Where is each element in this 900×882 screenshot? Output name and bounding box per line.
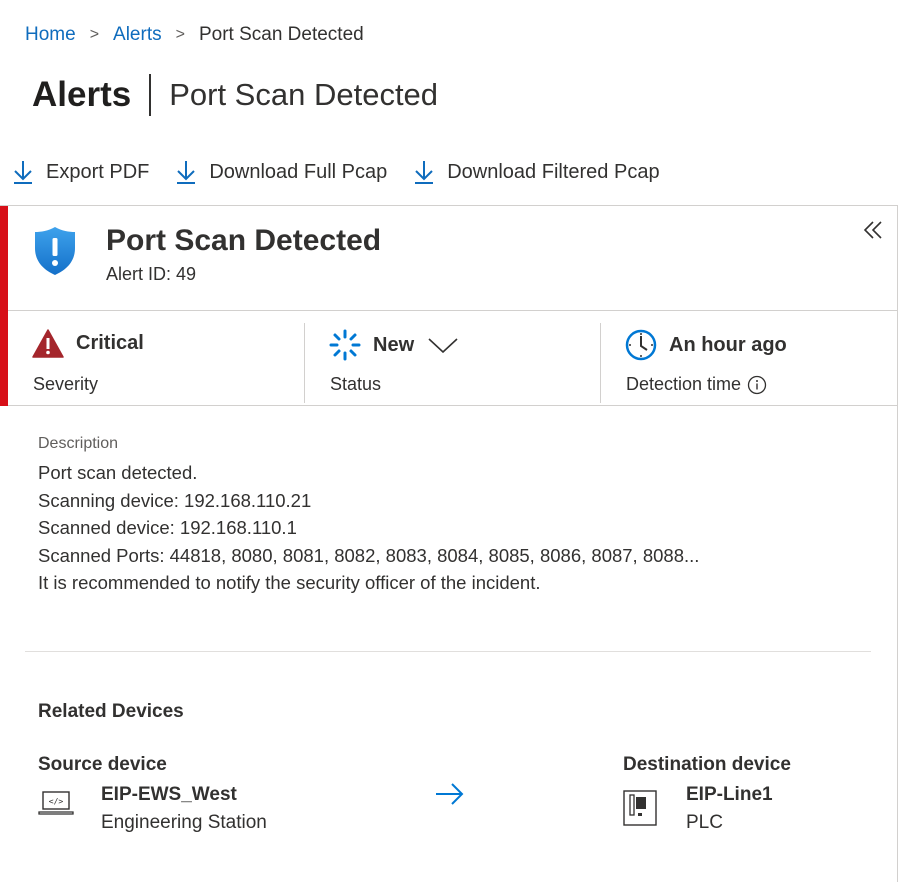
destination-device: EIP-Line1 PLC xyxy=(623,784,773,834)
alert-title: Port Scan Detected xyxy=(106,224,382,257)
detection-time-stat: An hour ago Detection time xyxy=(600,323,897,403)
description-line: Scanned device: 192.168.110.1 xyxy=(38,517,297,538)
section-divider xyxy=(25,651,871,652)
new-status-icon xyxy=(329,329,361,361)
laptop-code-icon: </> xyxy=(38,791,74,815)
export-pdf-label: Export PDF xyxy=(46,160,150,183)
download-icon xyxy=(14,161,32,184)
description-line: Port scan detected. xyxy=(38,462,198,483)
svg-text:</>: </> xyxy=(49,797,64,806)
breadcrumb-separator: > xyxy=(89,26,100,43)
description-heading: Description xyxy=(38,435,119,452)
detection-time-label: Detection time xyxy=(626,374,742,394)
toolbar: Export PDF Download Full Pcap Download F… xyxy=(12,160,686,184)
destination-device-type: PLC xyxy=(686,812,723,833)
download-full-pcap-button[interactable]: Download Full Pcap xyxy=(175,160,387,184)
download-icon xyxy=(415,161,434,184)
download-full-pcap-label: Download Full Pcap xyxy=(209,160,388,183)
export-pdf-button[interactable]: Export PDF xyxy=(12,160,149,184)
severity-label: Severity xyxy=(33,374,99,394)
info-icon[interactable] xyxy=(747,375,767,395)
status-value: New xyxy=(373,333,415,356)
destination-device-name[interactable]: EIP-Line1 xyxy=(686,784,773,806)
source-device-name[interactable]: EIP-EWS_West xyxy=(101,784,267,806)
title-divider xyxy=(149,74,152,116)
chevron-down-icon[interactable] xyxy=(428,337,458,353)
plc-icon xyxy=(623,790,657,826)
alert-stats: Critical Severity New Status An hour ago… xyxy=(8,311,897,406)
status-stat: New Status xyxy=(304,323,600,403)
description-line: Scanned Ports: 44818, 8080, 8081, 8082, … xyxy=(38,544,700,566)
page-title-sub: Port Scan Detected xyxy=(169,77,439,112)
double-chevron-left-icon[interactable] xyxy=(863,220,883,240)
alert-details-panel: Port Scan Detected Alert ID: 49 Critical… xyxy=(0,205,898,882)
source-device: </> EIP-EWS_West Engineering Station xyxy=(38,784,267,834)
source-device-label: Source device xyxy=(38,754,167,775)
source-device-type: Engineering Station xyxy=(101,812,267,833)
breadcrumb-current: Port Scan Detected xyxy=(198,24,364,45)
severity-value: Critical xyxy=(76,332,144,354)
breadcrumb-separator: > xyxy=(175,26,185,43)
download-filtered-pcap-button[interactable]: Download Filtered Pcap xyxy=(413,160,660,184)
severity-accent-bar xyxy=(0,206,8,406)
download-filtered-pcap-label: Download Filtered Pcap xyxy=(447,160,660,183)
destination-device-label: Destination device xyxy=(623,754,791,775)
arrow-right-icon xyxy=(436,783,464,805)
description-section: Description Port scan detected. Scanning… xyxy=(38,435,699,597)
warning-triangle-icon xyxy=(32,329,64,358)
breadcrumb: Home > Alerts > Port Scan Detected xyxy=(25,24,364,46)
detection-time-label-row: Detection time xyxy=(626,374,767,395)
status-label: Status xyxy=(330,374,382,394)
breadcrumb-home-link[interactable]: Home xyxy=(25,24,76,46)
page-title-main: Alerts xyxy=(32,75,132,114)
alert-header: Port Scan Detected Alert ID: 49 xyxy=(8,206,897,311)
detection-time-value: An hour ago xyxy=(669,333,787,356)
shield-alert-icon xyxy=(35,227,75,275)
description-line: Scanning device: 192.168.110.21 xyxy=(38,489,312,511)
download-icon xyxy=(177,161,196,184)
alert-id: Alert ID: 49 xyxy=(106,264,197,284)
severity-stat: Critical Severity xyxy=(8,311,304,406)
clock-icon xyxy=(625,329,657,361)
related-devices-title: Related Devices xyxy=(38,701,184,722)
description-line: It is recommended to notify the security… xyxy=(38,572,541,593)
page-title: Alerts Port Scan Detected xyxy=(32,74,438,116)
breadcrumb-alerts-link[interactable]: Alerts xyxy=(113,24,162,46)
